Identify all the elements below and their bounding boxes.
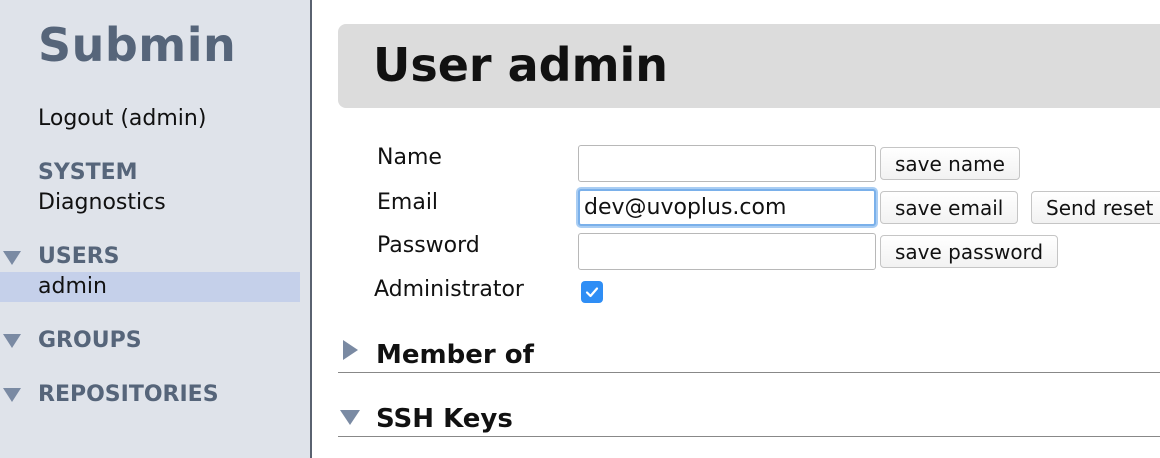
repositories-expand-icon[interactable]: [3, 388, 21, 402]
save-email-button[interactable]: save email: [880, 191, 1019, 224]
sidebar-item-admin[interactable]: admin: [38, 274, 107, 299]
sidebar-item-diagnostics[interactable]: Diagnostics: [38, 190, 166, 215]
save-name-button[interactable]: save name: [880, 147, 1020, 180]
users-section-label[interactable]: USERS: [38, 244, 120, 269]
page-header: User admin: [338, 24, 1160, 108]
ssh-keys-heading[interactable]: SSH Keys: [376, 404, 513, 434]
groups-section-label[interactable]: GROUPS: [38, 328, 142, 353]
member-of-expand-icon[interactable]: [343, 340, 358, 360]
checkmark-icon: [585, 287, 599, 298]
brand-logo[interactable]: Submin: [38, 18, 236, 72]
password-field[interactable]: [578, 233, 876, 270]
system-section-label: SYSTEM: [38, 160, 138, 185]
users-expand-icon[interactable]: [3, 251, 21, 265]
administrator-label: Administrator: [374, 277, 524, 302]
groups-expand-icon[interactable]: [3, 334, 21, 348]
sidebar: Submin Logout (admin) SYSTEM Diagnostics…: [0, 0, 312, 458]
logout-link[interactable]: Logout (admin): [38, 106, 206, 131]
email-field[interactable]: [578, 189, 876, 226]
repositories-section-label[interactable]: REPOSITORIES: [38, 382, 219, 407]
ssh-keys-collapse-icon[interactable]: [340, 410, 360, 425]
page-title: User admin: [373, 38, 669, 92]
ssh-keys-divider: [338, 436, 1160, 437]
email-label: Email: [377, 190, 439, 215]
save-password-button[interactable]: save password: [880, 235, 1059, 268]
name-field[interactable]: [578, 145, 876, 182]
send-reset-button[interactable]: Send reset: [1031, 191, 1160, 224]
password-label: Password: [377, 233, 480, 258]
member-of-heading[interactable]: Member of: [376, 340, 534, 370]
name-label: Name: [377, 145, 442, 170]
administrator-checkbox[interactable]: [581, 281, 603, 303]
member-of-divider: [338, 372, 1160, 373]
